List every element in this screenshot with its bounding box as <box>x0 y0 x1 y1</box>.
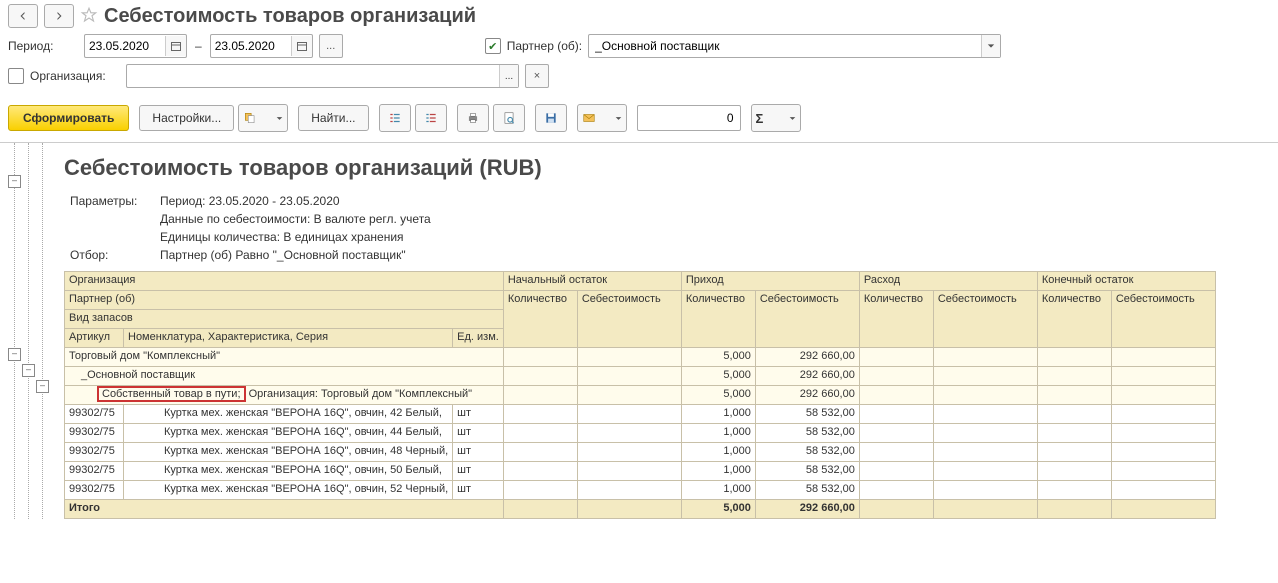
period-dash: – <box>193 39 204 53</box>
period-from-input[interactable] <box>85 39 165 53</box>
sum-input[interactable] <box>637 105 741 131</box>
group-stock-row[interactable]: Собственный товар в пути; Организация: Т… <box>65 386 1216 405</box>
stock-highlight: Собственный товар в пути; <box>97 386 246 402</box>
nav-back-button[interactable] <box>8 4 38 28</box>
col-start-qty: Количество <box>503 291 577 348</box>
table-row[interactable]: 99302/75Куртка мех. женская "ВЕРОНА 16Q"… <box>65 443 1216 462</box>
total-row: Итого 5,000292 660,00 <box>65 500 1216 519</box>
partner-combo[interactable] <box>588 34 1001 58</box>
page-title: Себестоимость товаров организаций <box>104 5 476 28</box>
settings-variants-button[interactable] <box>238 104 288 132</box>
col-article: Артикул <box>65 329 124 348</box>
settings-button[interactable]: Настройки... <box>139 105 234 131</box>
tree-gutter: – – – – <box>0 143 56 519</box>
table-row[interactable]: 99302/75Куртка мех. женская "ВЕРОНА 16Q"… <box>65 405 1216 424</box>
col-in-qty: Количество <box>681 291 755 348</box>
col-out-qty: Количество <box>859 291 933 348</box>
table-row[interactable]: 99302/75Куртка мех. женская "ВЕРОНА 16Q"… <box>65 424 1216 443</box>
period-picker-button[interactable]: ... <box>319 34 343 58</box>
tree-toggle-root[interactable]: – <box>8 175 21 188</box>
col-out-cost: Себестоимость <box>933 291 1037 348</box>
org-input[interactable] <box>127 69 499 83</box>
preview-button[interactable] <box>493 104 525 132</box>
partner-input[interactable] <box>589 39 981 53</box>
colgroup-in: Приход <box>681 272 859 291</box>
colgroup-out: Расход <box>859 272 1037 291</box>
report-grid: Организация Начальный остаток Приход Рас… <box>64 271 1216 519</box>
table-row[interactable]: 99302/75Куртка мех. женская "ВЕРОНА 16Q"… <box>65 462 1216 481</box>
favorite-star-icon[interactable] <box>80 6 98 27</box>
partner-dropdown-button[interactable] <box>981 35 1000 57</box>
org-filter-label: Организация: <box>30 69 120 83</box>
collapse-all-button[interactable] <box>415 104 447 132</box>
col-in-cost: Себестоимость <box>755 291 859 348</box>
find-button[interactable]: Найти... <box>298 105 368 131</box>
report-title: Себестоимость товаров организаций (RUB) <box>56 151 1278 191</box>
tree-toggle-stock[interactable]: – <box>36 380 49 393</box>
colgroup-start: Начальный остаток <box>503 272 681 291</box>
sigma-button[interactable]: Σ <box>751 104 801 132</box>
tree-toggle-partner[interactable]: – <box>22 364 35 377</box>
col-end-cost: Себестоимость <box>1111 291 1215 348</box>
period-label: Период: <box>8 39 78 53</box>
report-meta: Параметры:Период: 23.05.2020 - 23.05.202… <box>64 191 437 265</box>
col-organization: Организация <box>65 272 504 291</box>
col-end-qty: Количество <box>1037 291 1111 348</box>
period-to-input[interactable] <box>211 39 291 53</box>
table-row[interactable]: 99302/75Куртка мех. женская "ВЕРОНА 16Q"… <box>65 481 1216 500</box>
email-button[interactable] <box>577 104 627 132</box>
partner-filter-label: Партнер (об): <box>507 39 582 53</box>
org-combo[interactable]: ... <box>126 64 519 88</box>
sigma-icon: Σ <box>756 111 764 126</box>
org-clear-button[interactable]: × <box>525 64 549 88</box>
period-from-field[interactable] <box>84 34 187 58</box>
generate-button[interactable]: Сформировать <box>8 105 129 131</box>
expand-all-button[interactable] <box>379 104 411 132</box>
org-select-button[interactable]: ... <box>499 65 518 87</box>
print-button[interactable] <box>457 104 489 132</box>
col-unit: Ед. изм. <box>453 329 504 348</box>
tree-toggle-org[interactable]: – <box>8 348 21 361</box>
col-nomen: Номенклатура, Характеристика, Серия <box>124 329 453 348</box>
col-partner: Партнер (об) <box>65 291 504 310</box>
calendar-to-button[interactable] <box>291 36 312 56</box>
partner-filter-checkbox[interactable] <box>485 38 501 54</box>
col-stock-type: Вид запасов <box>65 310 504 329</box>
nav-forward-button[interactable] <box>44 4 74 28</box>
org-filter-checkbox[interactable] <box>8 68 24 84</box>
calendar-from-button[interactable] <box>165 36 186 56</box>
save-button[interactable] <box>535 104 567 132</box>
group-org-row[interactable]: Торговый дом "Комплексный" 5,000292 660,… <box>65 348 1216 367</box>
colgroup-end: Конечный остаток <box>1037 272 1215 291</box>
period-to-field[interactable] <box>210 34 313 58</box>
col-start-cost: Себестоимость <box>577 291 681 348</box>
group-partner-row[interactable]: _Основной поставщик 5,000292 660,00 <box>65 367 1216 386</box>
